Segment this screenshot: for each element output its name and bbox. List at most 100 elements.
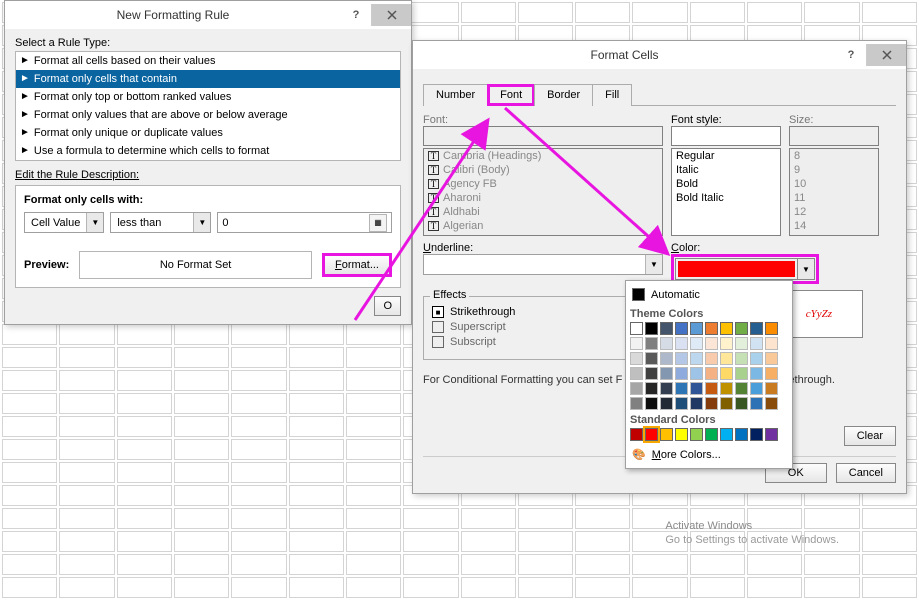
color-swatch[interactable] <box>765 367 778 380</box>
more-colors-option[interactable]: 🎨 More Colors... <box>630 445 788 464</box>
rule-type-item[interactable]: ►Format only values that are above or be… <box>16 106 400 124</box>
color-swatch[interactable] <box>765 352 778 365</box>
color-swatch[interactable] <box>720 397 733 410</box>
color-swatch[interactable] <box>675 367 688 380</box>
rule-type-item[interactable]: ►Format only top or bottom ranked values <box>16 88 400 106</box>
color-swatch[interactable] <box>750 367 763 380</box>
color-swatch[interactable] <box>630 428 643 441</box>
color-swatch[interactable] <box>645 382 658 395</box>
value-input[interactable]: 0▦ <box>217 212 392 233</box>
color-swatch[interactable] <box>705 397 718 410</box>
color-swatch[interactable] <box>765 322 778 335</box>
rule-type-item[interactable]: ►Format only unique or duplicate values <box>16 124 400 142</box>
color-swatch[interactable] <box>675 352 688 365</box>
color-swatch[interactable] <box>720 382 733 395</box>
close-button[interactable] <box>866 44 906 66</box>
color-swatch[interactable] <box>705 428 718 441</box>
color-swatch[interactable] <box>660 322 673 335</box>
color-swatch[interactable] <box>735 337 748 350</box>
color-swatch[interactable] <box>735 352 748 365</box>
color-swatch[interactable] <box>690 337 703 350</box>
automatic-option[interactable]: Automatic <box>630 285 788 304</box>
color-swatch[interactable] <box>765 428 778 441</box>
color-swatch[interactable] <box>675 382 688 395</box>
color-swatch[interactable] <box>735 397 748 410</box>
color-swatch[interactable] <box>630 352 643 365</box>
tab-border[interactable]: Border <box>534 84 593 106</box>
color-swatch[interactable] <box>690 397 703 410</box>
color-swatch[interactable] <box>735 322 748 335</box>
ok-button-cut[interactable]: O <box>374 296 401 316</box>
list-item[interactable]: Bold <box>672 177 780 191</box>
color-swatch[interactable] <box>660 428 673 441</box>
tab-font[interactable]: Font <box>487 84 535 106</box>
tab-fill[interactable]: Fill <box>592 84 632 106</box>
color-swatch[interactable] <box>720 337 733 350</box>
color-swatch[interactable] <box>690 322 703 335</box>
color-swatch[interactable] <box>660 337 673 350</box>
cancel-button[interactable]: Cancel <box>836 463 896 483</box>
rule-type-item[interactable]: ►Format only cells that contain <box>16 70 400 88</box>
underline-dropdown[interactable]: ▼ <box>423 254 663 275</box>
list-item[interactable]: Regular <box>672 149 780 163</box>
color-swatch[interactable] <box>690 367 703 380</box>
color-swatch[interactable] <box>750 337 763 350</box>
rule-type-item[interactable]: ►Format all cells based on their values <box>16 52 400 70</box>
color-swatch[interactable] <box>630 337 643 350</box>
color-swatch[interactable] <box>675 322 688 335</box>
help-button[interactable]: ? <box>341 4 371 26</box>
rule-type-list[interactable]: ►Format all cells based on their values … <box>15 51 401 161</box>
color-swatch[interactable] <box>750 382 763 395</box>
strikethrough-checkbox[interactable]: Strikethrough <box>432 306 644 318</box>
color-swatch[interactable] <box>630 322 643 335</box>
list-item[interactable]: Italic <box>672 163 780 177</box>
color-swatch[interactable] <box>645 397 658 410</box>
color-swatch[interactable] <box>630 382 643 395</box>
color-swatch[interactable] <box>705 352 718 365</box>
color-swatch[interactable] <box>765 397 778 410</box>
color-swatch[interactable] <box>735 428 748 441</box>
color-swatch[interactable] <box>705 337 718 350</box>
color-swatch[interactable] <box>645 337 658 350</box>
color-swatch[interactable] <box>660 367 673 380</box>
color-swatch[interactable] <box>705 367 718 380</box>
color-swatch[interactable] <box>630 367 643 380</box>
font-style-input[interactable] <box>671 126 781 146</box>
color-dropdown[interactable]: ▼ <box>675 258 815 280</box>
color-swatch[interactable] <box>660 352 673 365</box>
format-button[interactable]: Format... <box>322 253 392 277</box>
color-swatch[interactable] <box>735 367 748 380</box>
color-swatch[interactable] <box>720 428 733 441</box>
rule-type-item[interactable]: ►Use a formula to determine which cells … <box>16 142 400 160</box>
range-picker-icon[interactable]: ▦ <box>369 214 387 232</box>
color-swatch[interactable] <box>630 397 643 410</box>
color-swatch[interactable] <box>660 382 673 395</box>
color-swatch[interactable] <box>705 382 718 395</box>
color-swatch[interactable] <box>645 322 658 335</box>
help-button[interactable]: ? <box>836 44 866 66</box>
tab-number[interactable]: Number <box>423 84 488 106</box>
color-swatch[interactable] <box>750 352 763 365</box>
color-swatch[interactable] <box>720 352 733 365</box>
color-swatch[interactable] <box>690 352 703 365</box>
operator-dropdown[interactable]: less than▼ <box>110 212 211 233</box>
font-style-list[interactable]: Regular Italic Bold Bold Italic <box>671 148 781 236</box>
color-swatch[interactable] <box>720 367 733 380</box>
color-swatch[interactable] <box>765 382 778 395</box>
color-swatch[interactable] <box>750 428 763 441</box>
close-button[interactable] <box>371 4 411 26</box>
color-swatch[interactable] <box>675 428 688 441</box>
color-swatch[interactable] <box>765 337 778 350</box>
color-swatch[interactable] <box>750 397 763 410</box>
color-swatch[interactable] <box>675 397 688 410</box>
color-swatch[interactable] <box>660 397 673 410</box>
color-swatch[interactable] <box>645 367 658 380</box>
color-swatch[interactable] <box>675 337 688 350</box>
clear-button[interactable]: Clear <box>844 426 896 446</box>
color-swatch[interactable] <box>690 428 703 441</box>
color-swatch[interactable] <box>735 382 748 395</box>
color-swatch[interactable] <box>750 322 763 335</box>
color-swatch[interactable] <box>690 382 703 395</box>
color-swatch[interactable] <box>720 322 733 335</box>
list-item[interactable]: Bold Italic <box>672 191 780 205</box>
